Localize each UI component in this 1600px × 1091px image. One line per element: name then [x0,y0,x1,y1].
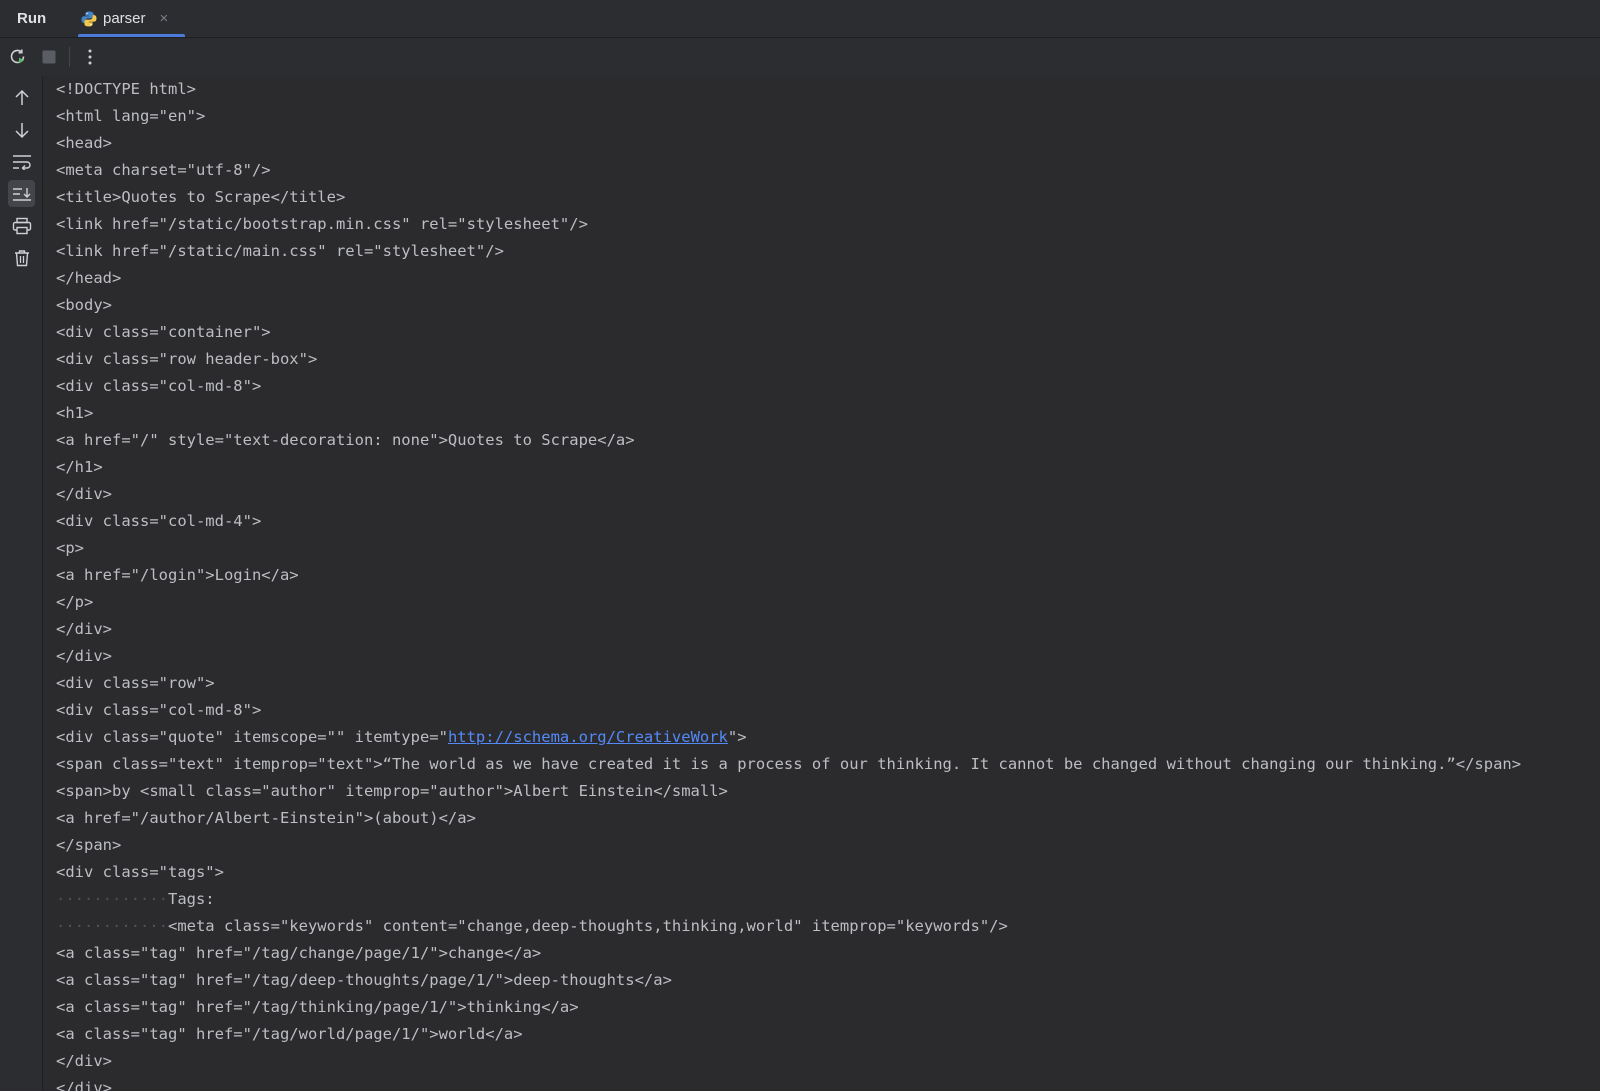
console-line: <!DOCTYPE html> [56,80,196,98]
indented-text: Tags: [167,890,215,908]
trash-icon[interactable] [8,244,35,271]
arrow-down-icon[interactable] [8,116,35,143]
print-icon[interactable] [8,212,35,239]
console-line: </div> [56,1079,112,1091]
console-line: <a class="tag" href="/tag/deep-thoughts/… [56,971,672,989]
console-line: <a class="tag" href="/tag/thinking/page/… [56,998,579,1016]
run-toolbar [0,38,1600,75]
console-output[interactable]: <!DOCTYPE html> <html lang="en"> <head> <me… [43,76,1600,1091]
console-line: </div> [56,485,112,503]
run-tool-window: Run parser × <!DOCTYPE html> <html lang=… [0,0,1600,1091]
tab-label: parser [103,10,146,27]
console-line-indented: ············Tags: [56,886,1521,913]
console-line: <meta charset="utf-8"/> [56,161,271,179]
console-line: <div class="container"> [56,323,271,341]
toolbar-separator [69,47,70,67]
active-tab-indicator [78,34,185,37]
close-tab-icon[interactable]: × [160,11,169,26]
console-line: <link href="/static/main.css" rel="style… [56,242,504,260]
console-side-toolbar [0,76,43,1091]
console-line: </p> [56,593,94,611]
console-line-indented: ············<meta class="keywords" conte… [56,913,1521,940]
console-line: <a class="tag" href="/tag/change/page/1/… [56,944,542,962]
console-line: </div> [56,647,112,665]
schema-link[interactable]: http://schema.org/CreativeWork [448,728,728,746]
console-line: </div> [56,620,112,638]
console-line: <body> [56,296,112,314]
tab-parser[interactable]: parser × [78,0,185,37]
console-line: </div> [56,1052,112,1070]
console-line: <p> [56,539,84,557]
console-line: <div class="tags"> [56,863,224,881]
console-line: <span>by <small class="author" itemprop=… [56,782,728,800]
console-line: </head> [56,269,122,287]
rerun-icon[interactable] [7,46,29,68]
console-line: <div class="row header-box"> [56,350,318,368]
console-line: <a href="/login">Login</a> [56,566,299,584]
python-icon [80,10,98,28]
run-header: Run parser × [0,0,1600,38]
console-line: </h1> [56,458,103,476]
console-line: <h1> [56,404,94,422]
console-line: </span> [56,836,122,854]
run-title: Run [17,10,47,27]
stop-icon[interactable] [38,46,60,68]
console-line: <html lang="en"> [56,107,206,125]
arrow-up-icon[interactable] [8,84,35,111]
console-line: <link href="/static/bootstrap.min.css" r… [56,215,588,233]
console-line: <a href="/" style="text-decoration: none… [56,431,635,449]
whitespace-dots: ············ [56,917,168,935]
console-line: <a class="tag" href="/tag/world/page/1/"… [56,1025,523,1043]
soft-wrap-icon[interactable] [8,148,35,175]
scroll-to-end-icon[interactable] [8,180,35,207]
console-line: <title>Quotes to Scrape</title> [56,188,346,206]
link-line-suffix: "> [727,728,747,746]
console-line-link: <div class="quote" itemscope="" itemtype… [56,724,1521,751]
console-line: <span class="text" itemprop="text">“The … [56,755,1522,773]
link-line-prefix: <div class="quote" itemscope="" itemtype… [56,728,448,746]
console-line: <div class="row"> [56,674,215,692]
console-lines: <!DOCTYPE html> <html lang="en"> <head> <me… [56,76,1521,1091]
console-line: <head> [56,134,112,152]
console-line: <a href="/author/Albert-Einstein">(about… [56,809,476,827]
whitespace-dots: ············ [56,890,168,908]
console-line: <div class="col-md-4"> [56,512,262,530]
console-line: <div class="col-md-8"> [56,701,262,719]
console-line: <div class="col-md-8"> [56,377,262,395]
more-vertical-icon[interactable] [79,46,101,68]
indented-text: <meta class="keywords" content="change,d… [167,917,1008,935]
